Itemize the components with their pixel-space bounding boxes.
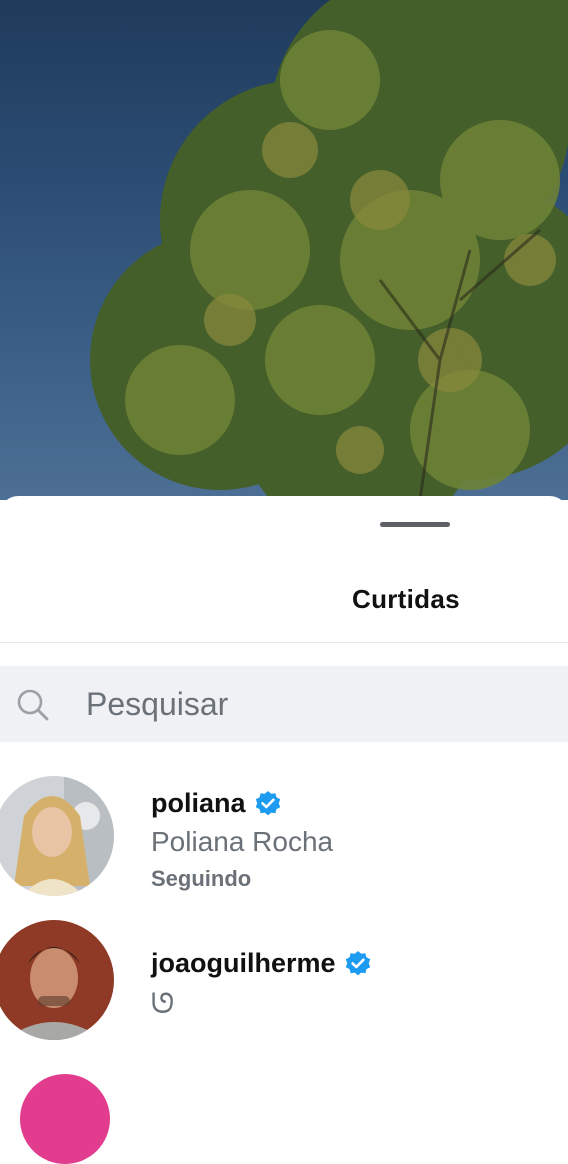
likes-bottom-sheet: Curtidas poliana (0, 496, 568, 1080)
sheet-drag-handle[interactable] (380, 522, 450, 527)
username-text: joaoguilherme (151, 948, 336, 978)
list-item[interactable]: joaoguilherme ᘎ (0, 920, 568, 1050)
search-icon (16, 688, 50, 722)
avatar[interactable] (20, 1074, 110, 1164)
post-background-image (0, 0, 568, 500)
full-name: Poliana Rocha (151, 826, 334, 857)
username[interactable]: poliana (151, 788, 282, 819)
search-bar[interactable] (0, 666, 568, 742)
search-input[interactable] (86, 680, 526, 728)
follow-status: Seguindo (151, 866, 252, 891)
username-text: poliana (151, 788, 246, 818)
avatar[interactable] (0, 920, 114, 1040)
verified-badge-icon (344, 950, 372, 978)
username[interactable]: joaoguilherme (151, 948, 372, 979)
list-item[interactable]: poliana Poliana Rocha Seguindo (0, 774, 568, 904)
full-name: ᘎ (151, 988, 175, 1019)
avatar[interactable] (0, 776, 114, 896)
verified-badge-icon (254, 790, 282, 818)
sheet-title: Curtidas (352, 584, 460, 614)
header-divider (0, 642, 568, 643)
